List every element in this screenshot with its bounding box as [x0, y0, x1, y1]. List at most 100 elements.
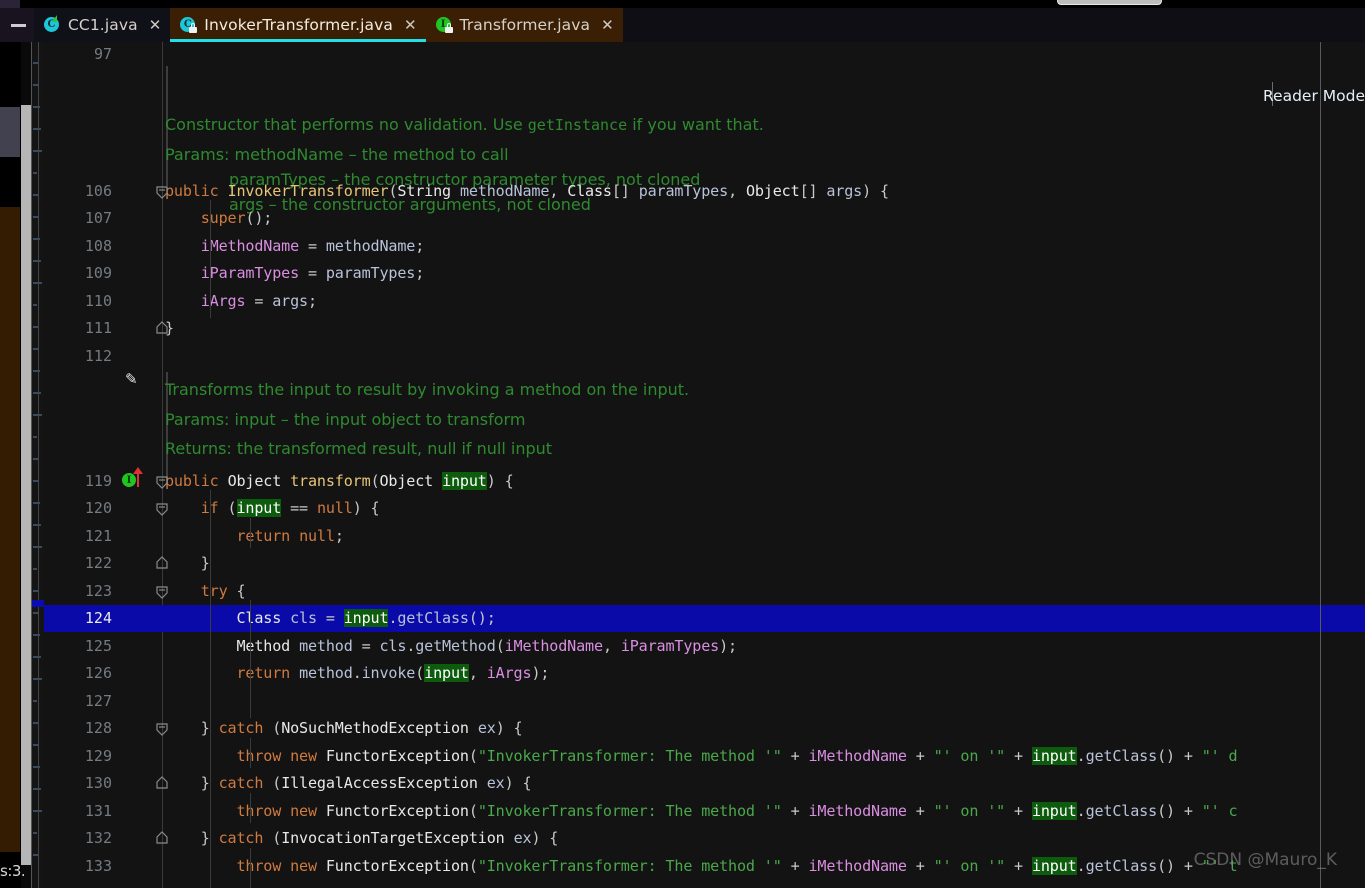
code-text: super(); [200, 209, 273, 227]
code-row[interactable]: 119 public Object transform(Object input… [44, 468, 1365, 495]
minimap-line [33, 678, 42, 680]
code-row[interactable]: 122 } [44, 550, 1365, 577]
fold-toggle-icon[interactable] [155, 715, 170, 742]
minimap-line [33, 568, 37, 570]
code-row[interactable]: 111 } [44, 315, 1365, 342]
code-row[interactable]: 121 return null; [44, 523, 1365, 550]
code-text: iParamTypes = paramTypes; [200, 264, 425, 282]
minimap-line [33, 326, 38, 328]
code-text: iMethodName = methodName; [200, 237, 425, 255]
code-row[interactable]: 132 } catch (InvocationTargetException e… [44, 825, 1365, 852]
minimap-line [33, 458, 38, 460]
line-number: 112 [84, 347, 112, 365]
minimap-line [33, 436, 37, 438]
line-number: 133 [84, 857, 112, 875]
fold-toggle-icon[interactable] [155, 825, 170, 852]
close-icon[interactable]: ✕ [601, 17, 614, 33]
implements-marker-icon[interactable]: I [122, 467, 146, 489]
top-floating-widget[interactable] [1057, 0, 1162, 5]
code-text: } catch (IllegalAccessException ex) { [165, 774, 532, 792]
minimap-line [33, 392, 41, 394]
minimize-button[interactable] [0, 8, 36, 42]
line-number: 128 [84, 719, 112, 737]
code-row[interactable]: 127 [44, 688, 1365, 715]
close-icon[interactable]: ✕ [404, 17, 417, 33]
edit-pencil-icon[interactable]: ✎ [125, 370, 138, 388]
code-row[interactable]: 125 Method method = cls.getMethod(iMetho… [44, 633, 1365, 660]
line-number: 127 [84, 692, 112, 710]
fold-toggle-icon[interactable] [155, 178, 170, 205]
minimap-line [33, 84, 39, 86]
line-number: 111 [84, 319, 112, 337]
code-row[interactable]: 97 [44, 42, 1365, 68]
code-text: try { [200, 582, 246, 600]
indent-guide [250, 848, 251, 888]
minimap-line [33, 150, 42, 152]
minimap-line [33, 414, 42, 416]
code-row[interactable]: 128 } catch (NoSuchMethodException ex) { [44, 715, 1365, 742]
code-row-selected[interactable]: 124 Class cls = input.getClass(); [44, 605, 1365, 633]
javadoc-summary-1: Constructor that performs no validation.… [165, 110, 764, 140]
line-number: 120 [84, 499, 112, 517]
minimap-line [33, 238, 40, 240]
line-number: 124 [84, 609, 112, 627]
fold-toggle-icon[interactable] [155, 770, 170, 797]
minimap-line [33, 524, 41, 526]
code-text: throw new FunctorException("InvokerTrans… [236, 802, 1238, 820]
code-row[interactable]: 110 iArgs = args; [44, 288, 1365, 315]
code-row[interactable]: 129 throw new FunctorException("InvokerT… [44, 743, 1365, 770]
minimap-line [33, 634, 40, 636]
close-icon[interactable]: ✕ [149, 17, 162, 33]
javadoc-returns-label: Returns: [165, 439, 232, 458]
fold-toggle-icon[interactable] [155, 550, 170, 577]
status-fragment-text: s:3. [0, 862, 26, 880]
tab-transformer-java[interactable]: I Transformer.java ✕ [425, 8, 623, 42]
indent-guide [250, 600, 251, 718]
code-row[interactable]: 130 } catch (IllegalAccessException ex) … [44, 770, 1365, 797]
code-editor[interactable]: Reader Mode 97 Constructor that performs… [44, 42, 1365, 888]
tab-invokertransformer-java[interactable]: C InvokerTransformer.java ✕ [170, 8, 426, 42]
indent-guide [210, 200, 211, 318]
code-text: if (input == null) { [201, 499, 380, 517]
minimap-line [33, 370, 40, 372]
minimap-line [33, 194, 38, 196]
java-class-icon: C [44, 14, 61, 34]
code-text: public InvokerTransformer(String methodN… [165, 182, 889, 200]
javadoc-text-tail: if you want that. [627, 115, 764, 134]
fold-toggle-icon[interactable] [155, 468, 170, 495]
code-row[interactable]: 126 return method.invoke(input, iArgs); [44, 660, 1365, 687]
line-number: 123 [84, 582, 112, 600]
minimap-line [33, 832, 37, 834]
code-row[interactable]: 107 super(); [44, 205, 1365, 232]
code-text: } catch (InvocationTargetException ex) { [165, 829, 559, 847]
javadoc-params-label: Params: [165, 410, 230, 429]
vertical-scrollbar-thumb[interactable] [21, 105, 31, 865]
minimap-line [33, 260, 41, 262]
minimap-line [33, 656, 41, 658]
line-number: 106 [84, 182, 112, 200]
code-row[interactable]: 112 [44, 343, 1365, 370]
code-row[interactable]: 106 public InvokerTransformer(String met… [44, 178, 1365, 205]
code-row[interactable]: 108 iMethodName = methodName; [44, 233, 1365, 260]
minimap-line [33, 282, 42, 284]
code-row[interactable]: 109 iParamTypes = paramTypes; [44, 260, 1365, 287]
code-row[interactable]: 131 throw new FunctorException("InvokerT… [44, 798, 1365, 825]
line-number: 119 [84, 472, 112, 490]
minimize-icon [10, 23, 26, 27]
fold-toggle-icon[interactable] [155, 315, 170, 342]
reader-mode-label[interactable]: Reader Mode [1263, 87, 1365, 105]
code-row[interactable]: 123 try { [44, 578, 1365, 605]
tab-cc1-java[interactable]: C CC1.java ✕ [34, 8, 171, 42]
left-strip-black-2 [0, 157, 20, 207]
line-number: 109 [84, 264, 112, 282]
fold-toggle-icon[interactable] [155, 578, 170, 605]
javadoc-code-ref: getInstance [527, 116, 628, 134]
minimap-line [33, 612, 39, 614]
ide-window: s:3. C CC1.java ✕ C InvokerTransformer.j… [0, 0, 1365, 888]
line-number: 125 [84, 637, 112, 655]
code-row[interactable]: 120 if (input == null) { [44, 495, 1365, 522]
fold-toggle-icon[interactable] [155, 495, 170, 522]
indent-guide [250, 518, 251, 548]
code-row[interactable]: 133 throw new FunctorException("InvokerT… [44, 853, 1365, 880]
minimap-line [33, 480, 39, 482]
